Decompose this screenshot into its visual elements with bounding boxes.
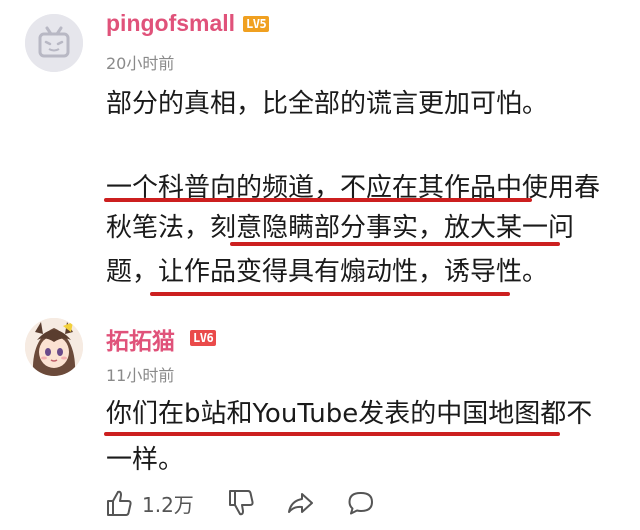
username[interactable]: 拓拓猫 xyxy=(106,322,175,356)
comment-bubble-icon xyxy=(348,492,373,515)
thumbs-up-icon xyxy=(107,490,132,516)
red-underline xyxy=(230,242,560,246)
thumbs-down-icon xyxy=(229,490,254,516)
username[interactable]: pingofsmall xyxy=(106,10,235,37)
red-underline xyxy=(104,432,560,436)
share-arrow-icon xyxy=(288,493,313,513)
comment-text: 一样。 xyxy=(106,445,185,475)
anime-girl-avatar-icon xyxy=(25,318,83,376)
comment-text: 你们在b站和YouTube发表的中国地图都不 xyxy=(106,399,593,429)
comment-text: 部分的真相，比全部的谎言更加可怕。 xyxy=(106,89,549,119)
timestamp: 11小时前 xyxy=(106,366,175,385)
comment-item: 拓拓猫 LV6 11小时前 你们在b站和YouTube发表的中国地图都不 一样。 xyxy=(0,310,640,485)
level-badge: LV6 xyxy=(190,330,217,346)
reply-button[interactable] xyxy=(346,488,376,518)
avatar[interactable] xyxy=(25,14,83,72)
comment-text: 题，让作品变得具有煽动性，诱导性。 xyxy=(106,257,549,287)
share-button[interactable] xyxy=(286,488,316,518)
red-underline xyxy=(104,198,532,202)
comment-action-bar: 1.2万 xyxy=(104,488,404,528)
avatar[interactable] xyxy=(25,318,83,376)
default-tv-avatar-icon xyxy=(25,14,83,72)
red-underline xyxy=(150,292,510,296)
level-badge: LV5 xyxy=(243,16,270,32)
comment-item: pingofsmall LV5 20小时前 部分的真相，比全部的谎言更加可怕。 … xyxy=(0,0,640,300)
like-button[interactable]: 1.2万 xyxy=(104,488,194,518)
comment-text: 一个科普向的频道，不应在其作品中使用春 xyxy=(106,173,601,203)
timestamp: 20小时前 xyxy=(106,54,175,73)
dislike-button[interactable] xyxy=(226,488,256,518)
like-count: 1.2万 xyxy=(142,492,194,517)
